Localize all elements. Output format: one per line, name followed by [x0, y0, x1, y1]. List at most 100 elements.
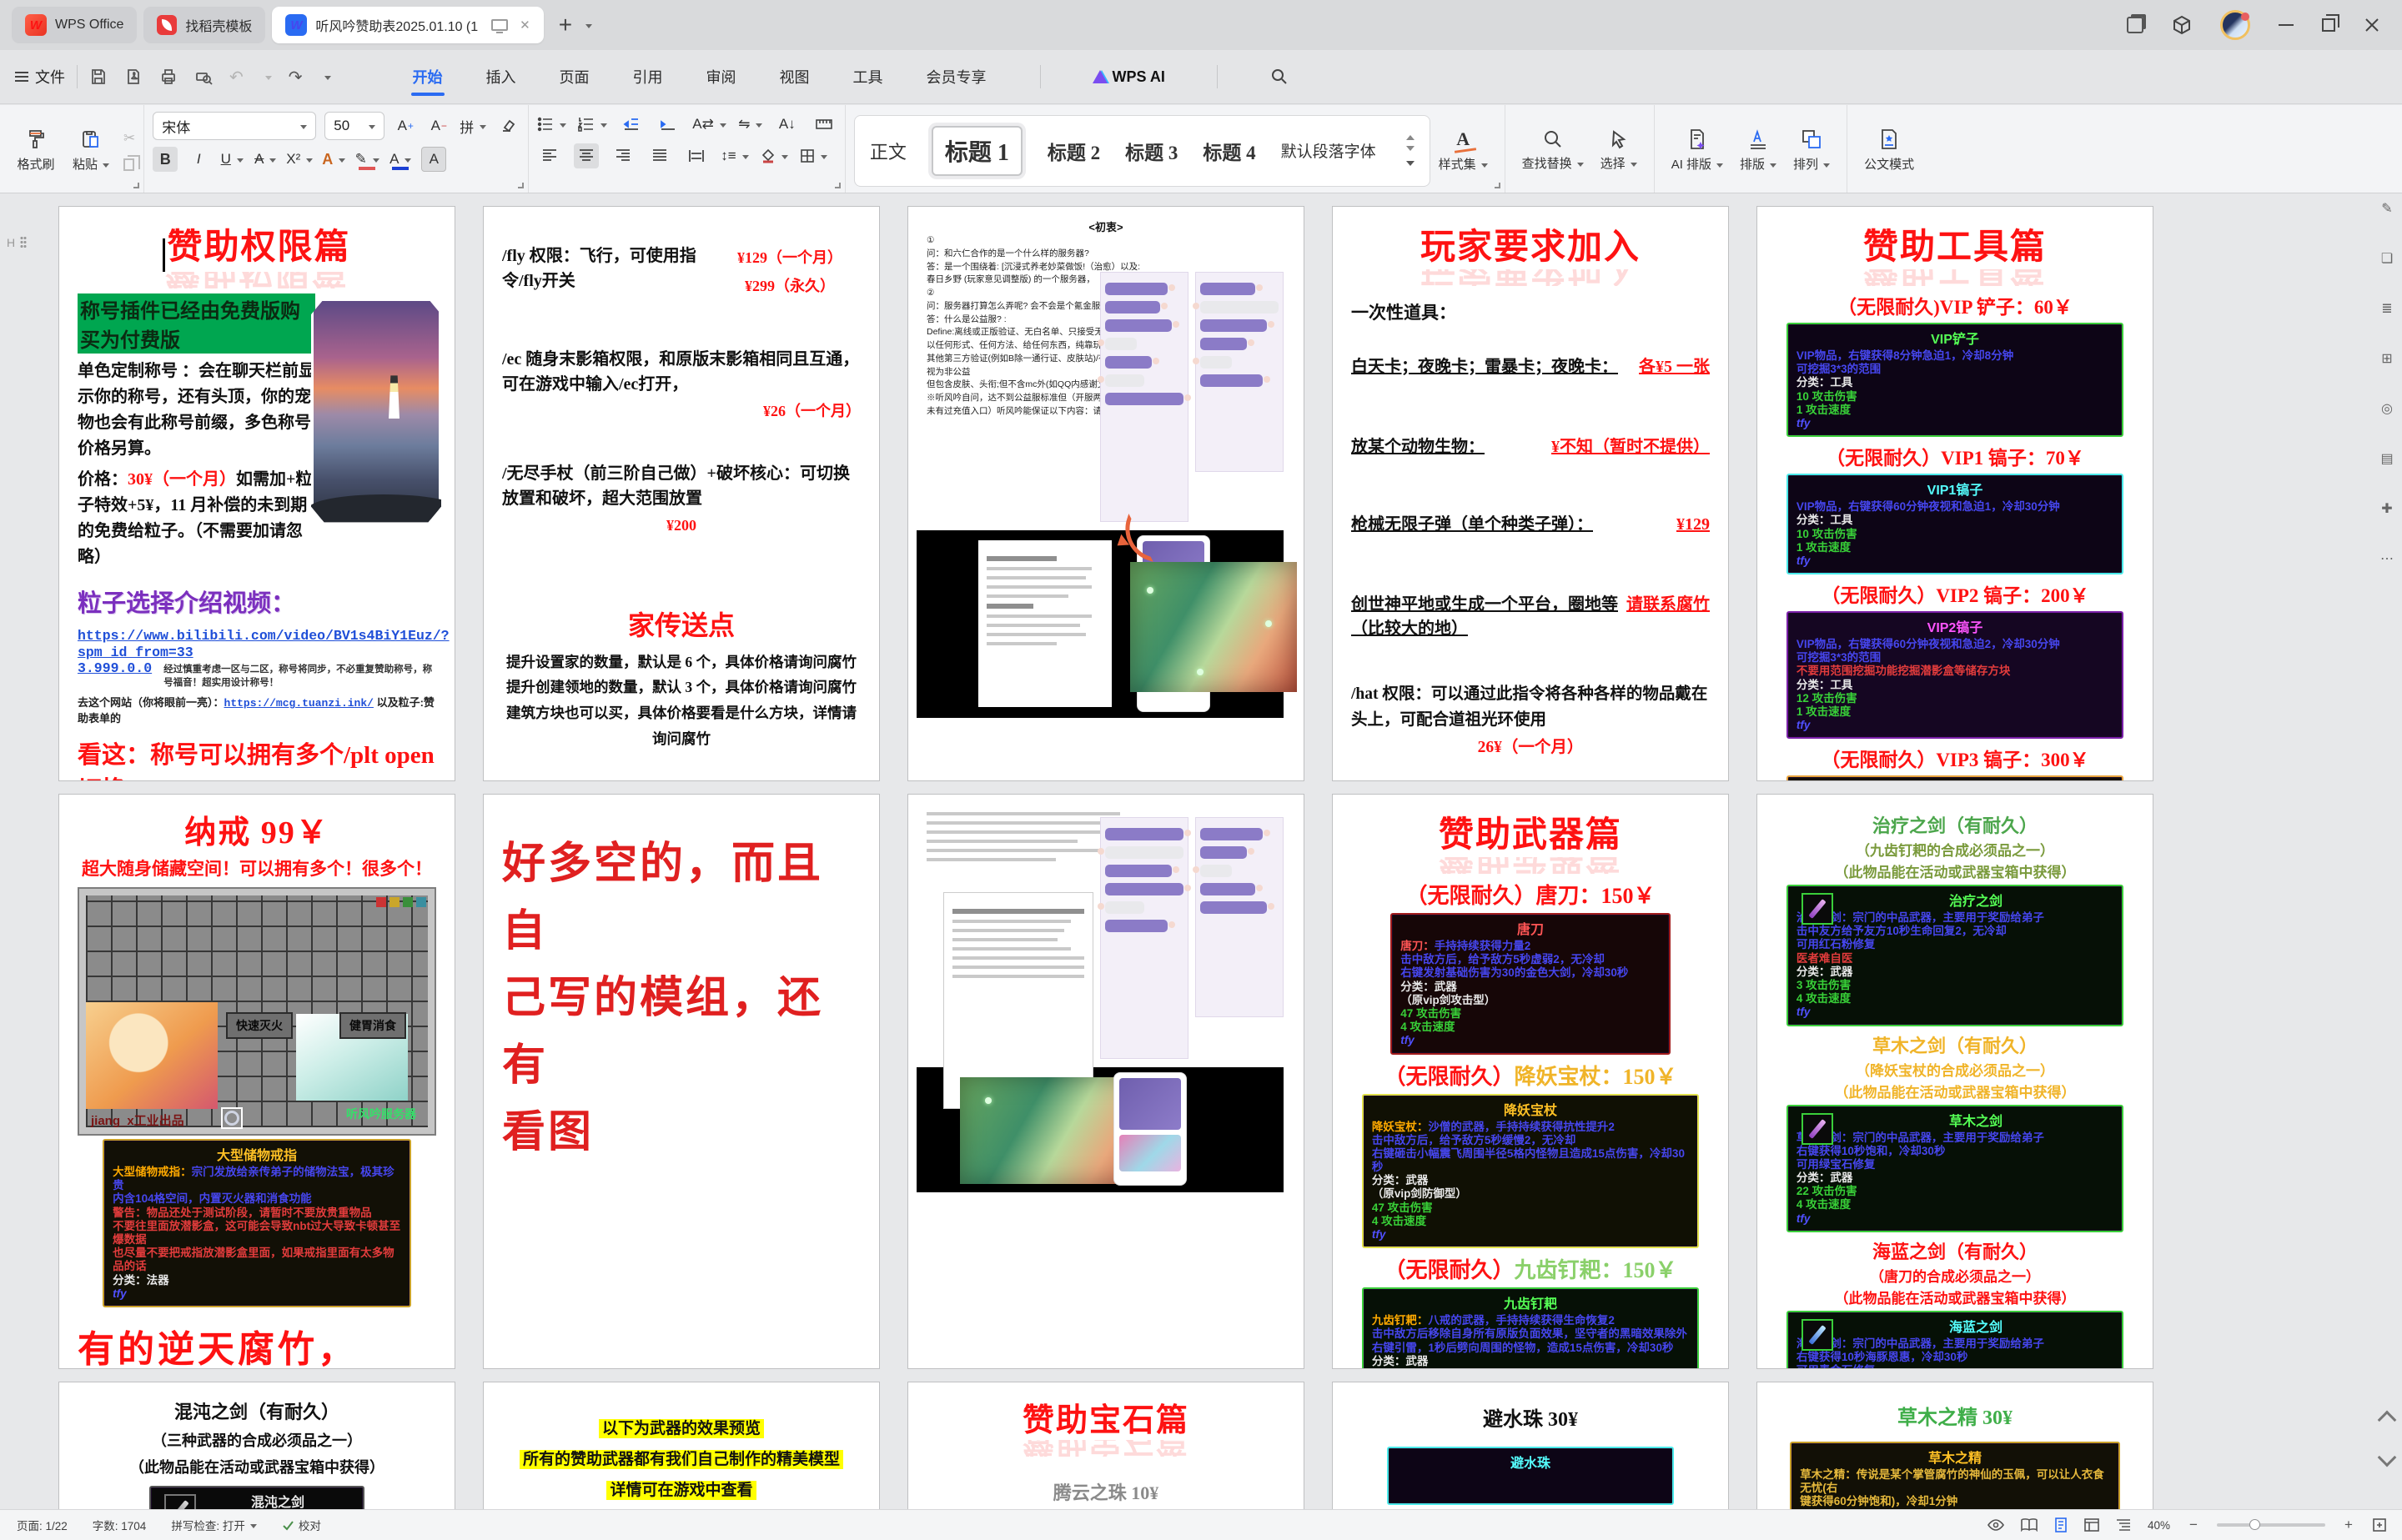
tab-tools[interactable]: 工具 [852, 54, 885, 99]
zoom-out-button[interactable]: − [2187, 1517, 2200, 1533]
print-button[interactable] [159, 68, 178, 86]
doc-page-13[interactable]: 赞助宝石篇 赞助宝石篇 腾云之珠 10¥ [907, 1382, 1304, 1509]
page-indicator[interactable]: 页面: 1/22 [17, 1517, 68, 1533]
outline-view-icon[interactable] [2116, 1518, 2131, 1532]
search-icon[interactable] [1269, 67, 1289, 87]
increase-font-button[interactable]: A+ [393, 113, 418, 138]
tab-wps-home[interactable]: W WPS Office [12, 7, 137, 43]
distribute-button[interactable] [684, 143, 709, 168]
style-heading2[interactable]: 标题 2 [1048, 137, 1100, 165]
official-doc-mode-button[interactable]: 公文模式 [1856, 128, 1922, 173]
styles-more-icon[interactable] [1406, 161, 1415, 170]
tab-reference[interactable]: 引用 [631, 54, 665, 99]
proofread-button[interactable]: 校对 [282, 1517, 321, 1533]
line-spacing-button[interactable]: ↕≡ [721, 143, 748, 168]
wrap-button[interactable]: ⇋ [738, 112, 763, 137]
outline-pane-icon[interactable]: ≣ [2381, 300, 2392, 317]
quick-access-dropdown-icon[interactable] [324, 76, 331, 83]
bilibili-link[interactable]: https://www.bilibili.com/video/BV1s4BiY1… [78, 628, 450, 660]
decrease-font-button[interactable]: A− [426, 113, 451, 138]
read-mode-icon[interactable] [2021, 1518, 2038, 1532]
font-color-button[interactable]: A [388, 147, 413, 172]
styles-scroll-down-icon[interactable] [1406, 146, 1415, 155]
ai-layout-button[interactable]: AI 排版 [1663, 128, 1731, 173]
wps-ai-button[interactable]: WPS AI [1093, 68, 1165, 86]
doc-page-15[interactable]: 草木之精 30¥ 草木之精 草木之精：传说是某个掌管腐竹的神仙的玉佩，可以让人衣… [1756, 1382, 2153, 1509]
underline-button[interactable]: U [219, 147, 244, 172]
document-canvas[interactable]: H 赞助权限篇 赞助权限篇 称号插件已经由免费版购买为付费版 单色定制称号 ：会… [0, 194, 2402, 1509]
web-view-icon[interactable] [2084, 1517, 2099, 1532]
doc-page-14[interactable]: 避水珠 30¥ 避水珠 [1332, 1382, 1729, 1509]
style-heading1[interactable]: 标题 1 [932, 126, 1023, 176]
align-left-button[interactable] [537, 143, 562, 168]
superscript-button[interactable]: X² [286, 147, 313, 172]
highlight-color-button[interactable]: ✎ [354, 147, 379, 172]
redo-button[interactable]: ↷ [289, 67, 303, 88]
pinyin-guide-button[interactable]: 拼 [460, 113, 486, 138]
text-direction-button[interactable]: A⇄ [692, 112, 726, 137]
close-tab-icon[interactable]: ✕ [520, 18, 530, 33]
save-button[interactable] [89, 68, 108, 86]
character-shading-button[interactable]: A [421, 147, 446, 172]
strikethrough-button[interactable]: A [253, 147, 278, 172]
sort-button[interactable]: A↓ [775, 112, 800, 137]
doc-page-1[interactable]: 赞助权限篇 赞助权限篇 称号插件已经由免费版购买为付费版 单色定制称号 ：会在聊… [58, 206, 455, 781]
close-window-button[interactable] [2364, 17, 2380, 33]
doc-page-11[interactable]: 混沌之剑（有耐久） （三种武器的合成必须品之一） （此物品能在活动或武器宝箱中获… [58, 1382, 455, 1509]
select-button[interactable]: 选择 [1592, 129, 1646, 172]
locate-tool-icon[interactable]: ◎ [2381, 400, 2393, 417]
doc-page-7[interactable]: 好多空的，而且自己写的模组，还有看图 [483, 794, 880, 1369]
increase-indent-button[interactable] [656, 112, 681, 137]
digest-button[interactable]: 健胃消食 [339, 1012, 406, 1039]
style-heading3[interactable]: 标题 3 [1125, 137, 1178, 165]
eye-protection-icon[interactable] [1987, 1518, 2004, 1532]
justify-button[interactable] [647, 143, 672, 168]
restore-button[interactable] [2322, 18, 2335, 32]
word-count[interactable]: 字数: 1704 [93, 1517, 147, 1533]
font-name-select[interactable]: 宋体 [153, 112, 316, 140]
zoom-slider[interactable] [2217, 1523, 2325, 1527]
tab-list-chevron-icon[interactable] [585, 24, 592, 32]
doc-page-12[interactable]: 以下为武器的效果预览 所有的赞助武器都有我们自己制作的精美模型 详情可在游戏中查… [483, 1382, 880, 1509]
paragraph-expander-icon[interactable] [835, 183, 841, 188]
doc-page-8[interactable] [907, 794, 1304, 1369]
font-expander-icon[interactable] [518, 183, 524, 188]
file-menu-button[interactable]: 文件 [15, 66, 65, 88]
text-effects-button[interactable]: A [321, 147, 346, 172]
tuanzi-link[interactable]: https://mcg.tuanzi.ink/ [224, 697, 374, 710]
minimize-button[interactable] [2279, 24, 2294, 26]
decrease-indent-button[interactable] [619, 112, 644, 137]
typeset-button[interactable]: 排版 [1731, 128, 1785, 173]
undo-button[interactable]: ↶ [229, 67, 244, 88]
styles-expander-icon[interactable] [1495, 183, 1500, 188]
doc-page-10[interactable]: 治疗之剑（有耐久） （九齿钉耙的合成必须品之一） （此物品能在活动或武器宝箱中获… [1756, 794, 2153, 1369]
table-tool-icon[interactable]: ⊞ [2381, 350, 2392, 367]
bilibili-link-2[interactable]: 3.999.0.0 [78, 660, 152, 676]
print-preview-button[interactable] [194, 68, 213, 86]
italic-button[interactable]: I [186, 147, 211, 172]
borders-button[interactable] [800, 143, 827, 168]
doc-page-4[interactable]: 玩家要求加入 玩家要求加入 一次性道具： 白天卡；夜晚卡；雷暴卡；夜晚卡：各¥5… [1332, 206, 1729, 781]
style-default-font[interactable]: 默认段落字体 [1281, 139, 1376, 162]
undo-dropdown-icon[interactable] [265, 76, 272, 83]
doc-page-3[interactable]: <初衷> ①问：和六仁合作的是一个什么样的服务器?答：是一个围绕着: [沉浸式养… [907, 206, 1304, 781]
cascade-windows-icon[interactable] [2127, 17, 2143, 33]
screen-sync-icon[interactable] [491, 19, 508, 31]
drag-handle-icon[interactable] [20, 236, 27, 249]
fit-page-icon[interactable] [2372, 1517, 2387, 1532]
page-view-icon[interactable] [2054, 1517, 2068, 1532]
bold-button[interactable]: B [153, 147, 178, 172]
tab-page[interactable]: 页面 [558, 54, 591, 99]
clipboard-expander-icon[interactable] [133, 183, 139, 188]
paste-button[interactable]: 粘贴 [63, 112, 118, 189]
tab-view[interactable]: 视图 [778, 54, 812, 99]
zoom-level[interactable]: 40% [2148, 1519, 2170, 1532]
font-size-select[interactable]: 50 [324, 112, 384, 140]
find-replace-button[interactable]: 查找替换 [1514, 129, 1592, 172]
annotate-pen-icon[interactable]: ✎ [2381, 200, 2392, 217]
paste-dropdown-icon[interactable] [103, 163, 109, 171]
spellcheck-status[interactable]: 拼写检查: 打开 [171, 1517, 257, 1533]
tab-home[interactable]: 开始 [411, 54, 445, 99]
format-painter-button[interactable]: 格式刷 [8, 112, 63, 189]
add-tool-icon[interactable]: ✚ [2381, 500, 2392, 517]
